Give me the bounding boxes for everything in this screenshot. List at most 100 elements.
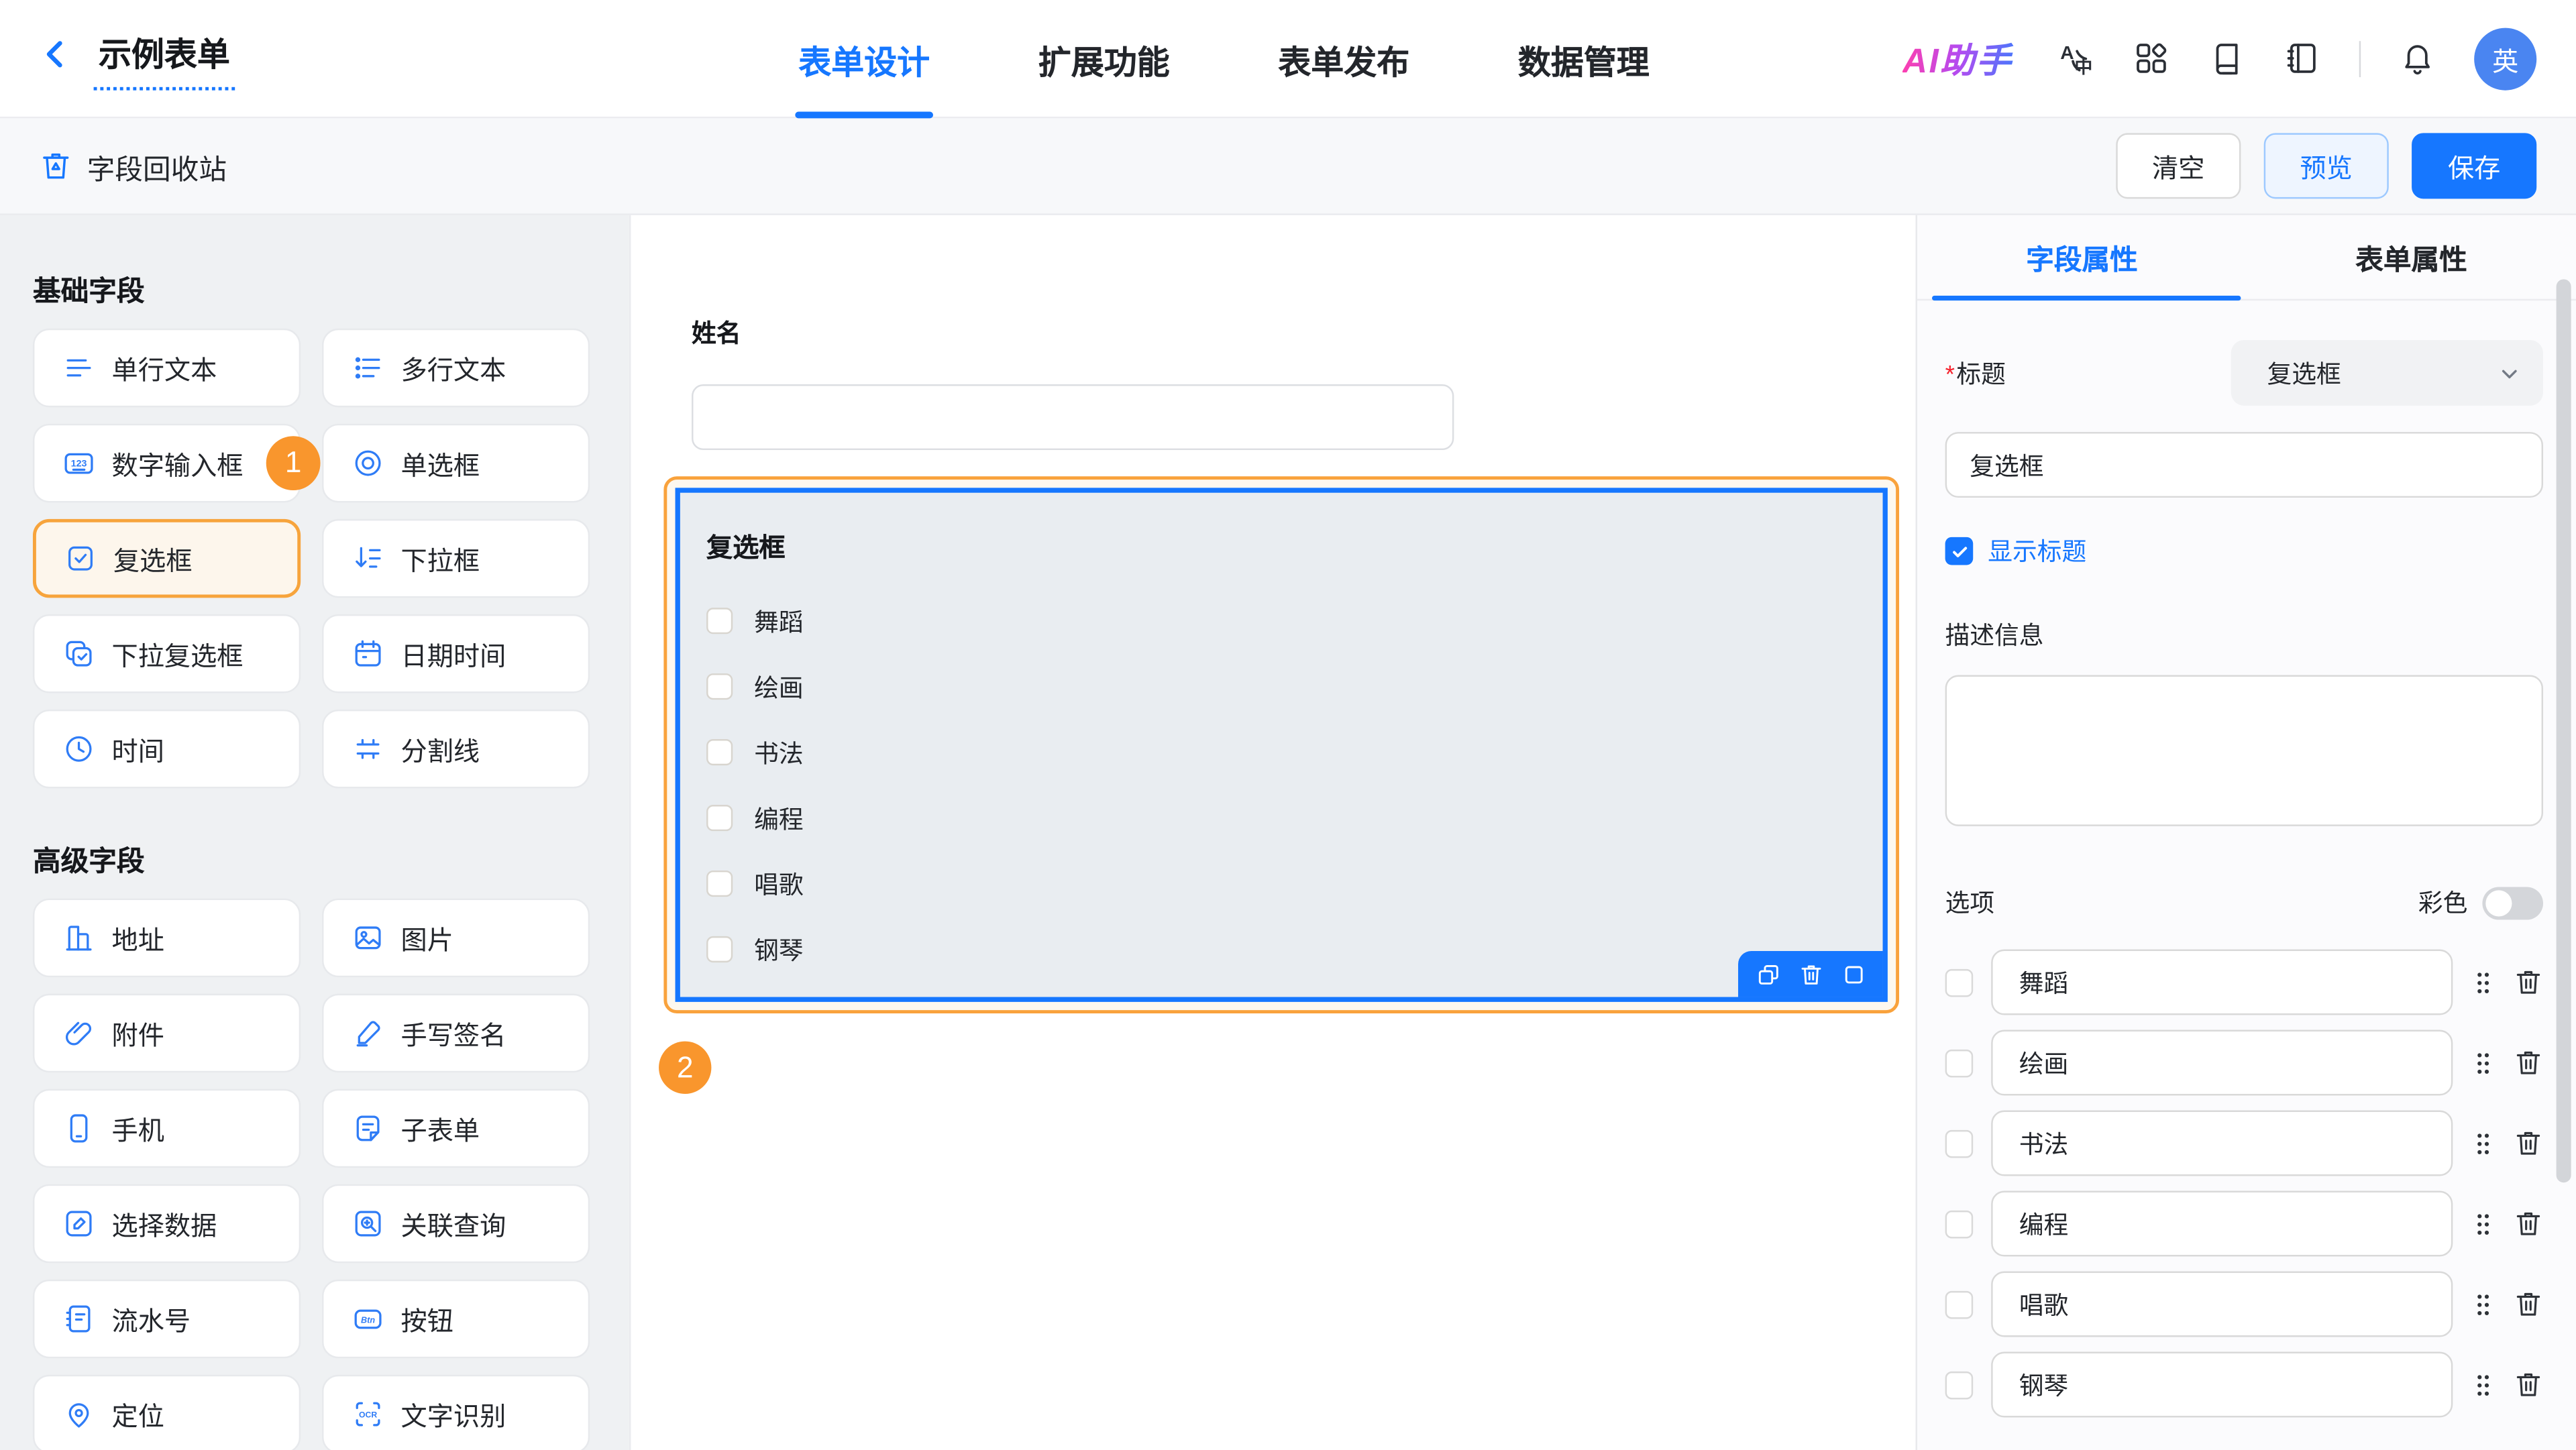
- main-nav-tab[interactable]: 扩展功能: [1038, 0, 1170, 118]
- field-library-item[interactable]: 图片: [322, 899, 590, 978]
- form-canvas[interactable]: 姓名 复选框 舞蹈 绘画 书法 编程 唱歌 钢琴: [629, 215, 1916, 1450]
- field-library-item[interactable]: 定位: [33, 1375, 301, 1450]
- field-library-item[interactable]: 下拉框: [322, 519, 590, 598]
- delete-option-icon[interactable]: [2514, 967, 2543, 997]
- selected-field-highlight[interactable]: 复选框 舞蹈 绘画 书法 编程 唱歌 钢琴: [663, 476, 1899, 1013]
- ai-assistant-button[interactable]: AI助手: [1902, 34, 2019, 82]
- option-checkbox[interactable]: [1945, 1210, 1974, 1238]
- show-title-label[interactable]: 显示标题: [1988, 534, 2086, 568]
- clear-button[interactable]: 清空: [2116, 133, 2241, 199]
- properties-tab-label: 表单属性: [2355, 237, 2467, 278]
- trash-icon[interactable]: [1798, 962, 1823, 987]
- field-library-item[interactable]: 时间: [33, 710, 301, 789]
- field-type-label: 手写签名: [401, 1013, 506, 1053]
- properties-tabs: 字段属性 表单属性: [1917, 215, 2576, 300]
- delete-option-icon[interactable]: [2514, 1289, 2543, 1319]
- drag-handle-icon[interactable]: [2471, 1290, 2496, 1319]
- checkbox-unchecked-icon[interactable]: [706, 805, 733, 831]
- drag-handle-icon[interactable]: [2471, 1049, 2496, 1077]
- properties-tab[interactable]: 字段属性: [1917, 215, 2247, 299]
- option-value-input[interactable]: [1991, 1191, 2453, 1257]
- translate-icon[interactable]: A 中: [2057, 40, 2094, 77]
- form-title[interactable]: 示例表单: [94, 27, 235, 89]
- field-library-item[interactable]: 地址: [33, 899, 301, 978]
- field-library-item[interactable]: 子表单: [322, 1089, 590, 1168]
- manual-icon[interactable]: [2208, 40, 2245, 77]
- field-library-item[interactable]: 手机: [33, 1089, 301, 1168]
- copy-icon[interactable]: [1756, 962, 1780, 987]
- delete-option-icon[interactable]: [2514, 1209, 2543, 1238]
- field-library-item[interactable]: 单行文本: [33, 329, 301, 408]
- checkbox-unchecked-icon[interactable]: [706, 608, 733, 634]
- back-icon[interactable]: [40, 37, 72, 70]
- bell-icon[interactable]: [2399, 40, 2436, 77]
- checkbox-unchecked-icon[interactable]: [706, 936, 733, 962]
- checkbox-unchecked-icon[interactable]: [706, 871, 733, 897]
- checkbox-field-block[interactable]: 复选框 舞蹈 绘画 书法 编程 唱歌 钢琴: [676, 488, 1888, 1002]
- option-checkbox[interactable]: [1945, 1290, 1974, 1319]
- main-nav-tab[interactable]: 表单发布: [1278, 0, 1409, 118]
- show-title-checkbox[interactable]: [1945, 537, 1974, 565]
- field-library-item[interactable]: OCR 文字识别: [322, 1375, 590, 1450]
- field-library-item[interactable]: 选择数据: [33, 1184, 301, 1264]
- color-toggle[interactable]: [2482, 886, 2543, 919]
- preview-button[interactable]: 预览: [2264, 133, 2389, 199]
- option-checkbox[interactable]: [1945, 1049, 1974, 1077]
- field-library-item[interactable]: 复选框: [33, 519, 301, 598]
- field-library-item[interactable]: 下拉复选框: [33, 614, 301, 693]
- title-type-select[interactable]: 复选框: [2231, 340, 2543, 406]
- field-library-item[interactable]: 123 数字输入框 1: [33, 424, 301, 503]
- option-value-input[interactable]: [1991, 1352, 2453, 1418]
- field-type-icon: [62, 1017, 95, 1050]
- field-type-icon: [352, 1017, 384, 1050]
- header-actions: AI助手 A 中: [1902, 27, 2536, 89]
- field-library-item[interactable]: 手写签名: [322, 994, 590, 1073]
- main-nav-tab[interactable]: 表单设计: [798, 0, 930, 118]
- delete-option-icon[interactable]: [2514, 1128, 2543, 1158]
- option-value-input[interactable]: [1991, 950, 2453, 1015]
- changelog-icon[interactable]: [2284, 40, 2321, 77]
- svg-text:Btn: Btn: [361, 1315, 375, 1325]
- delete-option-icon[interactable]: [2514, 1370, 2543, 1399]
- option-checkbox[interactable]: [1945, 1371, 1974, 1399]
- description-textarea[interactable]: [1945, 675, 2543, 826]
- option-checkbox[interactable]: [1945, 968, 1974, 997]
- select-box-icon[interactable]: [1841, 962, 1866, 987]
- field-type-icon: [352, 922, 384, 954]
- svg-text:A: A: [2060, 42, 2074, 63]
- options-label: 选项: [1945, 885, 1995, 919]
- field-library-item[interactable]: 单选框: [322, 424, 590, 503]
- field-library-item[interactable]: 分割线: [322, 710, 590, 789]
- properties-tab[interactable]: 表单属性: [2247, 215, 2576, 299]
- field-type-label: 单选框: [401, 443, 480, 483]
- title-input[interactable]: [1945, 432, 2543, 498]
- panel-scrollbar[interactable]: [2557, 279, 2571, 1182]
- drag-handle-icon[interactable]: [2471, 1210, 2496, 1238]
- save-button[interactable]: 保存: [2412, 133, 2536, 199]
- main-nav-tab[interactable]: 数据管理: [1518, 0, 1650, 118]
- drag-handle-icon[interactable]: [2471, 968, 2496, 997]
- option-checkbox[interactable]: [1945, 1129, 1974, 1158]
- svg-text:中: 中: [2074, 57, 2092, 77]
- option-value-input[interactable]: [1991, 1272, 2453, 1337]
- checkbox-unchecked-icon[interactable]: [706, 673, 733, 700]
- field-type-label: 关联查询: [401, 1204, 506, 1243]
- field-library-item[interactable]: 附件: [33, 994, 301, 1073]
- name-field-input[interactable]: [692, 384, 1454, 450]
- field-library-item[interactable]: 多行文本: [322, 329, 590, 408]
- recycle-bin-button[interactable]: 字段回收站: [40, 146, 227, 186]
- apps-grid-icon[interactable]: [2133, 40, 2170, 77]
- delete-option-icon[interactable]: [2514, 1048, 2543, 1077]
- drag-handle-icon[interactable]: [2471, 1129, 2496, 1158]
- drag-handle-icon[interactable]: [2471, 1371, 2496, 1399]
- field-library-item[interactable]: 日期时间: [322, 614, 590, 693]
- option-value-input[interactable]: [1991, 1030, 2453, 1096]
- field-type-icon: 123: [62, 447, 95, 480]
- field-library-item[interactable]: Btn 按钮: [322, 1280, 590, 1359]
- avatar[interactable]: 英: [2474, 27, 2536, 89]
- canvas-checkbox-option-label: 唱歌: [754, 867, 804, 901]
- option-value-input[interactable]: [1991, 1111, 2453, 1176]
- checkbox-unchecked-icon[interactable]: [706, 739, 733, 765]
- field-library-item[interactable]: 关联查询: [322, 1184, 590, 1264]
- field-library-item[interactable]: 流水号: [33, 1280, 301, 1359]
